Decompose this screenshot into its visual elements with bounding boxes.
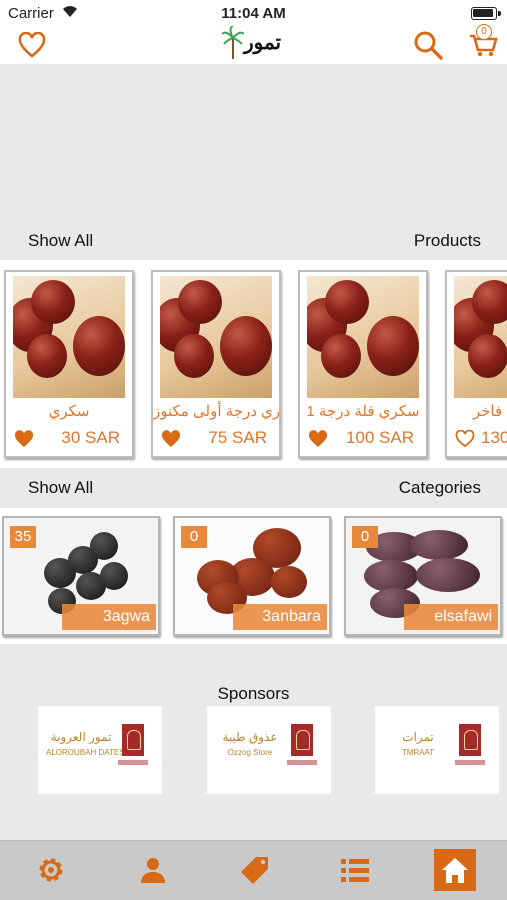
category-count-badge: 35 <box>10 526 36 548</box>
sponsor-logo-caption <box>455 760 485 765</box>
sponsors-title: Sponsors <box>217 684 290 703</box>
tab-offers[interactable] <box>234 849 276 891</box>
product-name: سكري قلة درجة 1 <box>306 403 420 420</box>
search-icon[interactable] <box>413 30 443 60</box>
sponsor-name-ar: تمرات <box>402 730 434 744</box>
category-name: 3anbara <box>233 604 327 630</box>
product-image <box>160 276 272 398</box>
category-card[interactable]: 0 elsafawi <box>344 516 502 636</box>
categories-show-all-link[interactable]: Show All <box>28 478 93 498</box>
product-footer: 130 SAR <box>455 428 507 452</box>
category-count-badge: 0 <box>352 526 378 548</box>
logo-text: تمور <box>244 32 282 54</box>
product-image <box>307 276 419 398</box>
tab-settings[interactable] <box>30 849 72 891</box>
sponsor-name-en: ALOROUBAH DATES <box>46 748 125 757</box>
date-shape <box>73 316 125 376</box>
sponsor-logo-caption <box>287 760 317 765</box>
products-show-all-link[interactable]: Show All <box>28 231 93 251</box>
products-header: Show All Products <box>0 224 507 258</box>
category-card[interactable]: 0 3anbara <box>173 516 331 636</box>
date-shape <box>220 316 272 376</box>
date-shape <box>410 530 468 560</box>
tag-icon <box>241 857 268 884</box>
sponsor-logo-badge <box>459 724 481 756</box>
product-footer: 75 SAR <box>161 428 271 452</box>
product-name: سكري فاخر <box>472 403 507 420</box>
date-shape <box>321 334 361 378</box>
date-shape <box>468 334 507 378</box>
date-shape <box>90 532 118 560</box>
favorites-heart-icon[interactable] <box>18 32 46 58</box>
product-footer: 100 SAR <box>308 428 418 452</box>
favorite-heart-icon[interactable] <box>308 430 328 448</box>
date-shape <box>325 280 369 324</box>
date-shape <box>271 566 307 598</box>
sponsor-logo-badge <box>291 724 313 756</box>
sponsor-card[interactable]: تمور العروبة ALOROUBAH DATES <box>38 706 162 794</box>
tab-home[interactable] <box>434 849 476 891</box>
product-price: 75 SAR <box>208 428 267 447</box>
date-shape <box>174 334 214 378</box>
list-icon <box>341 859 369 882</box>
category-name: 3agwa <box>62 604 156 630</box>
product-name: سكري <box>48 403 90 420</box>
battery-icon <box>471 7 497 20</box>
battery-tip <box>498 11 501 16</box>
status-time: 11:04 AM <box>221 5 286 22</box>
bottom-tab-bar <box>0 840 507 900</box>
product-card[interactable]: سكري درجة أولى مكنوز 75 SAR <box>151 270 281 458</box>
product-card[interactable]: سكري فاخر 130 SAR <box>445 270 507 458</box>
favorite-heart-outline-icon[interactable] <box>455 430 475 448</box>
tab-list[interactable] <box>334 849 376 891</box>
product-price: 30 SAR <box>61 428 120 447</box>
date-shape <box>31 280 75 324</box>
categories-title: Categories <box>398 478 481 497</box>
sponsor-logo-caption <box>118 760 148 765</box>
category-count-badge: 0 <box>181 526 207 548</box>
product-image <box>454 276 507 398</box>
cart-count-badge: 0 <box>476 24 492 40</box>
product-image <box>13 276 125 398</box>
products-title: Products <box>413 231 481 250</box>
sponsor-logo-badge <box>122 724 144 756</box>
products-carousel[interactable]: سكري 30 SAR سكري درجة أولى مكنوز 75 SAR <box>0 260 507 468</box>
favorite-heart-icon[interactable] <box>161 430 181 448</box>
product-footer: 30 SAR <box>14 428 124 452</box>
category-name: elsafawi <box>404 604 498 630</box>
sponsor-name-en: TMRAAT <box>401 748 435 757</box>
sponsor-name-ar: عذوق طيبة <box>222 730 278 744</box>
sponsor-name-en: Ozzog Store <box>227 748 273 757</box>
sponsor-card[interactable]: تمرات TMRAAT <box>375 706 499 794</box>
product-price: 130 SAR <box>481 428 507 447</box>
date-shape <box>178 280 222 324</box>
sponsor-name-ar: تمور العروبة <box>50 730 112 744</box>
user-icon <box>141 858 165 883</box>
date-shape <box>367 316 419 376</box>
app-logo: تمور <box>222 26 288 60</box>
product-price: 100 SAR <box>345 428 414 447</box>
categories-carousel[interactable]: 35 3agwa 0 3anbara 0 elsafawi <box>0 508 507 644</box>
category-card[interactable]: 35 3agwa <box>2 516 160 636</box>
categories-header: Show All Categories <box>0 471 507 505</box>
settings-icon <box>39 858 63 882</box>
favorite-heart-icon[interactable] <box>14 430 34 448</box>
product-card[interactable]: سكري قلة درجة 1 100 SAR <box>298 270 428 458</box>
status-bar: Carrier 11:04 AM <box>0 0 507 28</box>
home-icon <box>442 858 468 883</box>
tab-profile[interactable] <box>132 849 174 891</box>
date-shape <box>416 558 480 592</box>
palm-tree-icon <box>222 26 244 59</box>
product-card[interactable]: سكري 30 SAR <box>4 270 134 458</box>
date-shape <box>100 562 128 590</box>
top-bar: Carrier 11:04 AM تمور 0 <box>0 0 507 64</box>
sponsor-card[interactable]: عذوق طيبة Ozzog Store <box>207 706 331 794</box>
date-shape <box>27 334 67 378</box>
product-name: سكري درجة أولى مكنوز <box>153 403 281 420</box>
